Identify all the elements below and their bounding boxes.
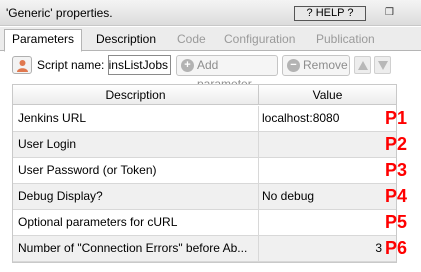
marker-label: P3 [385, 160, 408, 180]
remove-button[interactable]: − Remove [282, 55, 350, 76]
add-icon: + [181, 59, 194, 72]
parameter-description: Jenkins URL [13, 106, 259, 131]
arrow-down-icon [378, 61, 388, 70]
parameters-grid: Description Value Jenkins URL localhost:… [12, 84, 397, 263]
parameter-description: Optional parameters for cURL [13, 210, 259, 235]
parameter-value[interactable]: 3 [260, 236, 384, 261]
parameter-value[interactable] [260, 158, 384, 183]
parameter-description: User Password (or Token) [13, 158, 259, 183]
parameter-value[interactable] [260, 132, 384, 157]
move-down-button[interactable] [374, 56, 391, 74]
parameter-row[interactable]: User Login [13, 132, 396, 158]
tab-code[interactable]: Code [170, 30, 213, 51]
column-header-description[interactable]: Description [13, 85, 259, 105]
tab-bar: Parameters Description Code Configuratio… [0, 27, 421, 52]
grid-header: Description Value [13, 85, 396, 105]
toolbar: Script name: JenkinsListJobs + Add param… [0, 52, 421, 91]
marker-label: P2 [385, 134, 408, 154]
parameter-value[interactable]: localhost:8080 [260, 106, 384, 131]
script-icon[interactable] [12, 56, 32, 74]
move-up-button[interactable] [354, 56, 371, 74]
column-header-value[interactable]: Value [259, 85, 396, 105]
parameter-row[interactable]: Debug Display? No debug [13, 184, 396, 210]
help-button[interactable]: ? HELP ? [294, 6, 366, 21]
tab-configuration[interactable]: Configuration [217, 30, 302, 51]
tab-description[interactable]: Description [89, 30, 163, 51]
marker-label: P1 [385, 108, 408, 128]
parameter-value[interactable]: No debug [260, 184, 384, 209]
parameter-row[interactable]: Jenkins URL localhost:8080 [13, 106, 396, 132]
arrow-up-icon [358, 61, 368, 70]
remove-icon: − [287, 59, 300, 72]
parameter-row[interactable]: Optional parameters for cURL [13, 210, 396, 236]
parameter-description: Number of "Connection Errors" before Ab.… [13, 236, 259, 261]
script-name-input[interactable]: JenkinsListJobs [108, 55, 171, 75]
remove-label: Remove [303, 58, 348, 72]
parameter-description: User Login [13, 132, 259, 157]
window-title: 'Generic' properties. [6, 6, 113, 20]
window-titlebar: 'Generic' properties. ? HELP ? ❒ [0, 0, 421, 26]
restore-icon[interactable]: ❒ [385, 7, 394, 18]
script-name-label: Script name: [37, 58, 105, 72]
parameter-description: Debug Display? [13, 184, 259, 209]
marker-label: P4 [385, 186, 408, 206]
marker-label: P6 [385, 238, 408, 258]
add-parameter-button[interactable]: + Add parameter [176, 55, 278, 91]
parameter-row[interactable]: User Password (or Token) [13, 158, 396, 184]
parameter-row[interactable]: Number of "Connection Errors" before Ab.… [13, 236, 396, 262]
tab-parameters[interactable]: Parameters [4, 29, 83, 52]
tab-publication[interactable]: Publication [309, 30, 382, 51]
parameter-value[interactable] [260, 210, 384, 235]
marker-label: P5 [385, 212, 408, 232]
